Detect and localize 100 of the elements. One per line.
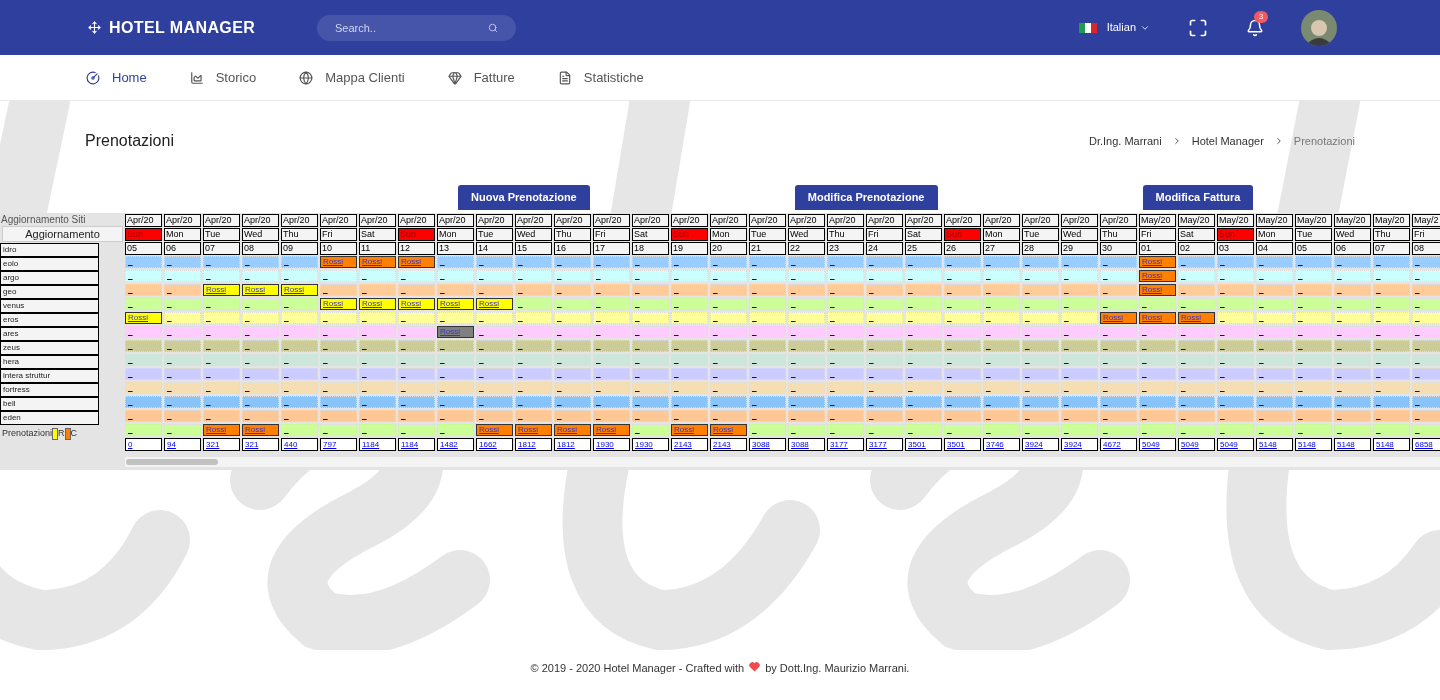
empty-slot-link[interactable]: _ bbox=[1412, 284, 1440, 296]
user-avatar[interactable] bbox=[1301, 9, 1337, 46]
empty-slot-link[interactable]: _ bbox=[164, 354, 201, 366]
empty-slot-link[interactable]: _ bbox=[1295, 270, 1332, 282]
empty-slot-link[interactable]: _ bbox=[125, 298, 162, 310]
empty-slot-link[interactable]: _ bbox=[1412, 382, 1440, 394]
empty-slot-link[interactable]: _ bbox=[905, 270, 942, 282]
booking-link[interactable]: Rossi bbox=[203, 284, 240, 296]
empty-slot-link[interactable]: _ bbox=[1100, 326, 1137, 338]
search-field[interactable]: Search.. bbox=[317, 14, 516, 41]
empty-slot-link[interactable]: _ bbox=[1100, 410, 1137, 422]
empty-slot-link[interactable]: _ bbox=[281, 270, 318, 282]
empty-slot-link[interactable]: _ bbox=[749, 368, 786, 380]
empty-slot-link[interactable]: _ bbox=[281, 312, 318, 324]
empty-slot-link[interactable]: _ bbox=[749, 312, 786, 324]
empty-slot-link[interactable]: _ bbox=[866, 256, 903, 268]
empty-slot-link[interactable]: _ bbox=[1178, 326, 1215, 338]
empty-slot-link[interactable]: _ bbox=[203, 368, 240, 380]
empty-slot-link[interactable]: _ bbox=[1334, 312, 1371, 324]
empty-slot-link[interactable]: _ bbox=[1256, 382, 1293, 394]
empty-slot-link[interactable]: _ bbox=[437, 256, 474, 268]
empty-slot-link[interactable]: _ bbox=[1334, 326, 1371, 338]
total-link[interactable]: 1184 bbox=[398, 438, 435, 451]
empty-slot-link[interactable]: _ bbox=[632, 256, 669, 268]
empty-slot-link[interactable]: _ bbox=[359, 312, 396, 324]
empty-slot-link[interactable]: _ bbox=[593, 326, 630, 338]
empty-slot-link[interactable]: _ bbox=[554, 312, 591, 324]
empty-slot-link[interactable]: _ bbox=[788, 340, 825, 352]
booking-link[interactable]: Rossi bbox=[125, 312, 162, 324]
booking-link[interactable]: Rossi bbox=[203, 424, 240, 436]
action-button[interactable]: Modifica Prenotazione bbox=[794, 185, 938, 210]
empty-slot-link[interactable]: _ bbox=[281, 340, 318, 352]
action-button[interactable]: Modifica Fattura bbox=[1142, 185, 1254, 210]
empty-slot-link[interactable]: _ bbox=[1022, 424, 1059, 436]
empty-slot-link[interactable]: _ bbox=[164, 410, 201, 422]
empty-slot-link[interactable]: _ bbox=[320, 326, 357, 338]
empty-slot-link[interactable]: _ bbox=[983, 284, 1020, 296]
empty-slot-link[interactable]: _ bbox=[1295, 340, 1332, 352]
booking-link[interactable]: Rossi bbox=[281, 284, 318, 296]
empty-slot-link[interactable]: _ bbox=[164, 424, 201, 436]
empty-slot-link[interactable]: _ bbox=[1139, 340, 1176, 352]
empty-slot-link[interactable]: _ bbox=[983, 396, 1020, 408]
empty-slot-link[interactable]: _ bbox=[1022, 340, 1059, 352]
total-link[interactable]: 5049 bbox=[1217, 438, 1254, 451]
empty-slot-link[interactable]: _ bbox=[1412, 298, 1440, 310]
empty-slot-link[interactable]: _ bbox=[1061, 340, 1098, 352]
empty-slot-link[interactable]: _ bbox=[1373, 312, 1410, 324]
empty-slot-link[interactable]: _ bbox=[1022, 256, 1059, 268]
empty-slot-link[interactable]: _ bbox=[476, 326, 513, 338]
booking-link[interactable]: Rossi bbox=[515, 424, 552, 436]
booking-link[interactable]: Rossi bbox=[1100, 312, 1137, 324]
notification-icon[interactable] bbox=[1246, 18, 1264, 37]
empty-slot-link[interactable]: _ bbox=[983, 256, 1020, 268]
empty-slot-link[interactable]: _ bbox=[944, 354, 981, 366]
empty-slot-link[interactable]: _ bbox=[827, 270, 864, 282]
nav-tab[interactable]: Mappa Clienti bbox=[299, 67, 405, 88]
empty-slot-link[interactable]: _ bbox=[983, 382, 1020, 394]
empty-slot-link[interactable]: _ bbox=[1100, 284, 1137, 296]
empty-slot-link[interactable]: _ bbox=[1295, 256, 1332, 268]
empty-slot-link[interactable]: _ bbox=[554, 410, 591, 422]
empty-slot-link[interactable]: _ bbox=[1022, 396, 1059, 408]
empty-slot-link[interactable]: _ bbox=[1061, 424, 1098, 436]
empty-slot-link[interactable]: _ bbox=[398, 326, 435, 338]
total-link[interactable]: 440 bbox=[281, 438, 318, 451]
empty-slot-link[interactable]: _ bbox=[632, 368, 669, 380]
booking-link[interactable]: Rossi bbox=[242, 284, 279, 296]
empty-slot-link[interactable]: _ bbox=[1139, 326, 1176, 338]
empty-slot-link[interactable]: _ bbox=[827, 326, 864, 338]
empty-slot-link[interactable]: _ bbox=[905, 326, 942, 338]
total-link[interactable]: 1184 bbox=[359, 438, 396, 451]
empty-slot-link[interactable]: _ bbox=[554, 368, 591, 380]
empty-slot-link[interactable]: _ bbox=[1022, 270, 1059, 282]
booking-link[interactable]: Rossi bbox=[320, 256, 357, 268]
empty-slot-link[interactable]: _ bbox=[983, 424, 1020, 436]
empty-slot-link[interactable]: _ bbox=[320, 410, 357, 422]
empty-slot-link[interactable]: _ bbox=[281, 354, 318, 366]
empty-slot-link[interactable]: _ bbox=[476, 410, 513, 422]
empty-slot-link[interactable]: _ bbox=[476, 382, 513, 394]
total-link[interactable]: 5049 bbox=[1178, 438, 1215, 451]
empty-slot-link[interactable]: _ bbox=[515, 396, 552, 408]
empty-slot-link[interactable]: _ bbox=[164, 284, 201, 296]
empty-slot-link[interactable]: _ bbox=[242, 410, 279, 422]
empty-slot-link[interactable]: _ bbox=[1412, 270, 1440, 282]
empty-slot-link[interactable]: _ bbox=[593, 284, 630, 296]
empty-slot-link[interactable]: _ bbox=[359, 340, 396, 352]
empty-slot-link[interactable]: _ bbox=[593, 298, 630, 310]
booking-link[interactable]: Rossi bbox=[398, 256, 435, 268]
empty-slot-link[interactable]: _ bbox=[1373, 284, 1410, 296]
empty-slot-link[interactable]: _ bbox=[1412, 410, 1440, 422]
empty-slot-link[interactable]: _ bbox=[1295, 368, 1332, 380]
empty-slot-link[interactable]: _ bbox=[866, 340, 903, 352]
empty-slot-link[interactable]: _ bbox=[1217, 270, 1254, 282]
empty-slot-link[interactable]: _ bbox=[398, 410, 435, 422]
empty-slot-link[interactable]: _ bbox=[1334, 368, 1371, 380]
empty-slot-link[interactable]: _ bbox=[1256, 326, 1293, 338]
empty-slot-link[interactable]: _ bbox=[905, 382, 942, 394]
empty-slot-link[interactable]: _ bbox=[788, 270, 825, 282]
empty-slot-link[interactable]: _ bbox=[1256, 298, 1293, 310]
empty-slot-link[interactable]: _ bbox=[281, 298, 318, 310]
empty-slot-link[interactable]: _ bbox=[1334, 396, 1371, 408]
